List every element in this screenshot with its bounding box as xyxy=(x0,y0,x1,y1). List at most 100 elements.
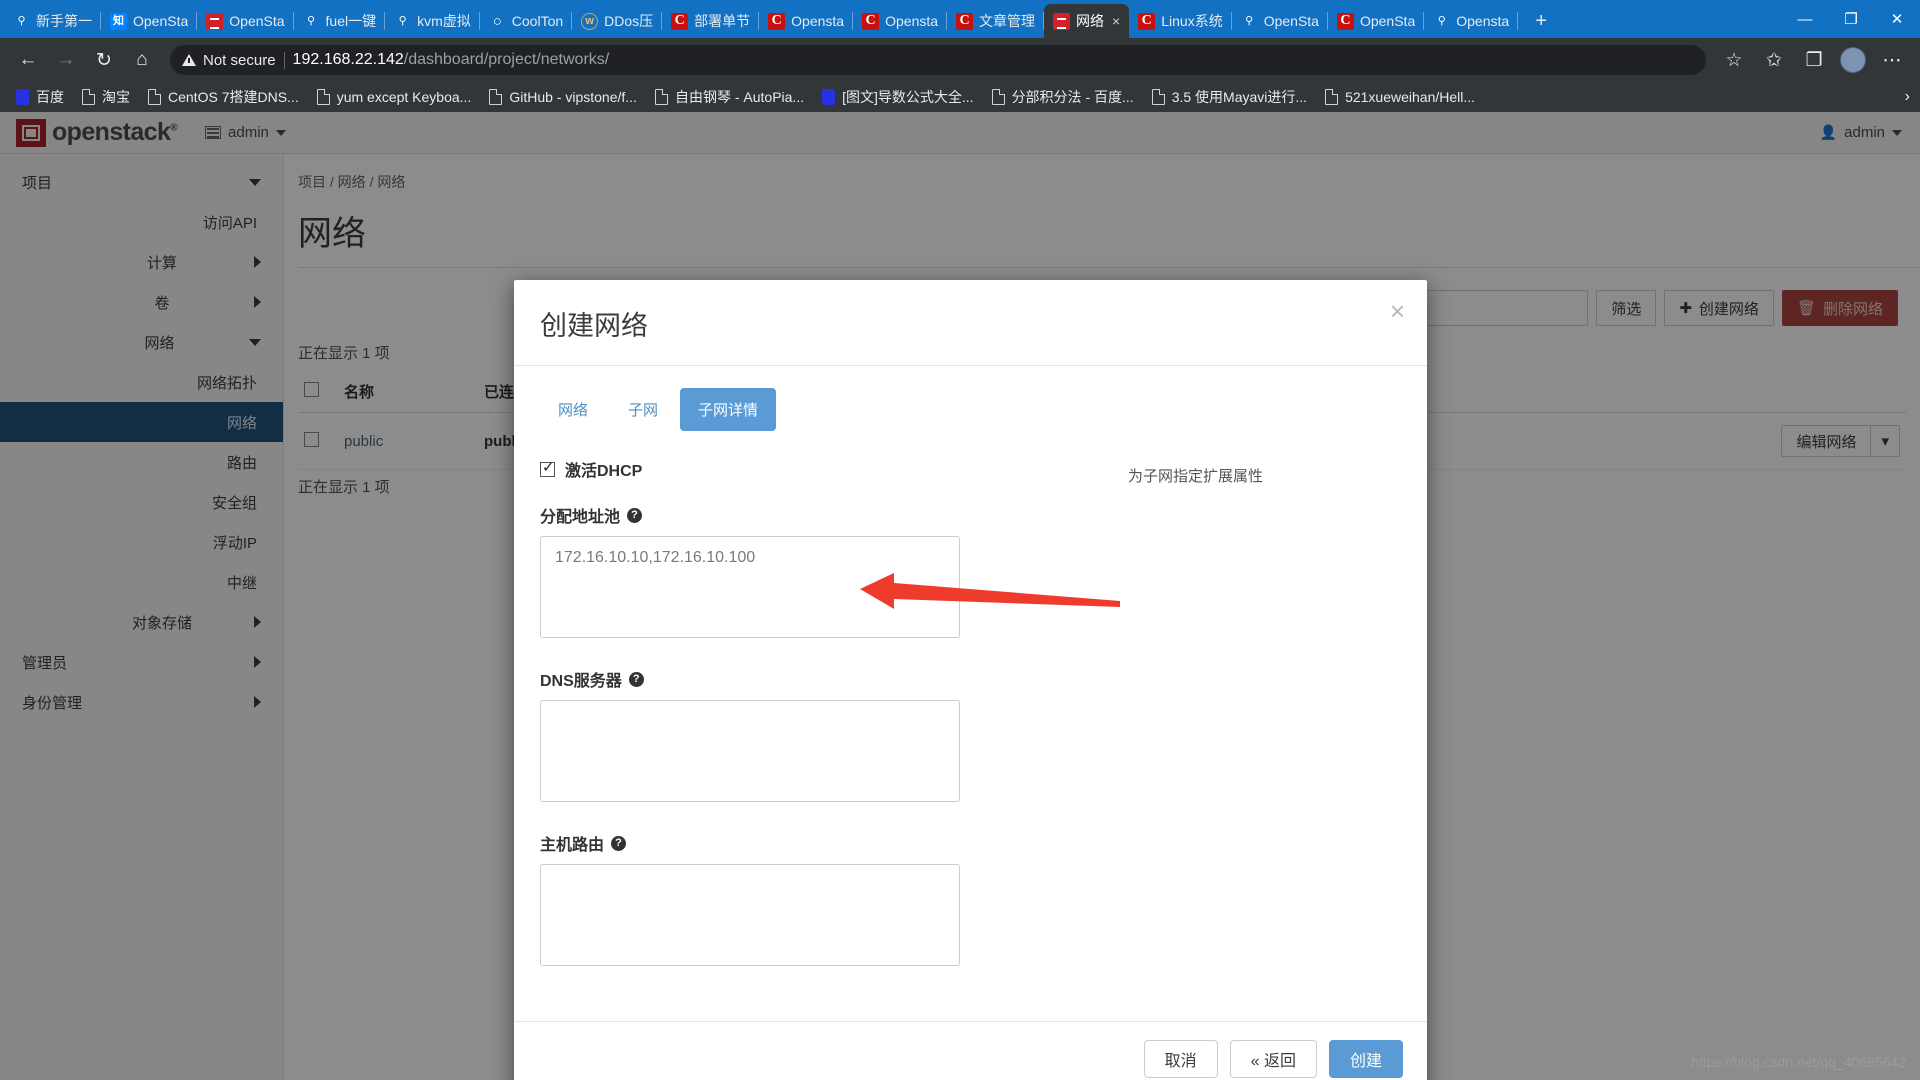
jianshu-icon: ⚲ xyxy=(307,14,316,27)
forward-icon[interactable]: → xyxy=(48,42,84,78)
modal-footer: 取消 « 返回 创建 xyxy=(514,1021,1427,1080)
allocation-pools-field: 分配地址池 ? xyxy=(540,503,960,643)
bookmark-label: 521xueweihan/Hell... xyxy=(1345,89,1476,105)
browser-tab[interactable]: C OpenSta xyxy=(1328,4,1425,38)
browser-tab[interactable]: C 部署单节 xyxy=(662,4,760,38)
create-button[interactable]: 创建 xyxy=(1328,1040,1403,1078)
tab-strip: ⚲ 新手第一 知 OpenSta OpenSta ⚲ fuel一键 ⚲ kvm虚… xyxy=(0,0,1920,38)
cancel-button[interactable]: 取消 xyxy=(1143,1040,1218,1078)
create-network-modal: 创建网络 × 网络 子网 子网详情 激活DHCP xyxy=(514,280,1427,1080)
csdn-icon: C xyxy=(1336,12,1354,30)
window-controls: — ❐ ✕ xyxy=(1782,0,1920,38)
csdn-icon: C xyxy=(956,12,974,30)
page-icon xyxy=(489,89,503,105)
navigation-bar: ← → ↻ ⌂ Not secure 192.168.22.142/dashbo… xyxy=(0,38,1920,82)
minimize-icon[interactable]: — xyxy=(1782,0,1828,38)
browser-tab-active[interactable]: 网络 × xyxy=(1044,4,1130,38)
star-icon[interactable]: ☆ xyxy=(1716,42,1752,78)
w-icon: w xyxy=(581,12,599,30)
bookmark-item[interactable]: 3.5 使用Mayavi进行... xyxy=(1144,84,1315,110)
browser-tab[interactable]: OpenSta xyxy=(197,4,294,38)
bookmark-item[interactable]: 淘宝 xyxy=(74,84,138,110)
tab-network[interactable]: 网络 xyxy=(540,388,606,431)
jianshu-icon: ⚲ xyxy=(1437,14,1446,27)
allocation-pools-label-text: 分配地址池 xyxy=(540,509,621,526)
more-icon[interactable]: ⋯ xyxy=(1874,42,1910,78)
browser-tab[interactable]: ⚲ 新手第一 xyxy=(4,4,101,38)
bookmark-label: [图文]导数公式大全... xyxy=(842,89,974,105)
tab-title: OpenSta xyxy=(133,13,189,29)
collections-icon[interactable]: ❐ xyxy=(1796,42,1832,78)
page-icon xyxy=(1325,89,1339,105)
tab-subnet-details[interactable]: 子网详情 xyxy=(680,388,777,431)
close-window-icon[interactable]: ✕ xyxy=(1874,0,1920,38)
dhcp-checkbox[interactable] xyxy=(540,458,555,477)
bookmark-label: 3.5 使用Mayavi进行... xyxy=(1171,89,1308,105)
security-indicator[interactable]: Not secure xyxy=(182,52,276,69)
browser-tab[interactable]: ⚲ OpenSta xyxy=(1232,4,1328,38)
help-icon[interactable]: ? xyxy=(628,671,644,687)
bookmark-item[interactable]: 自由钢琴 - AutoPia... xyxy=(647,84,812,110)
close-icon[interactable]: × xyxy=(1112,13,1120,29)
back-icon[interactable]: ← xyxy=(10,42,46,78)
avatar[interactable] xyxy=(1840,47,1866,73)
close-icon[interactable]: × xyxy=(1390,298,1405,324)
favorites-icon[interactable]: ✩ xyxy=(1756,42,1792,78)
bookmark-item[interactable]: [图文]导数公式大全... xyxy=(814,84,981,110)
host-routes-input[interactable] xyxy=(540,864,960,966)
dns-servers-field: DNS服务器 ? xyxy=(540,667,960,807)
openstack-icon xyxy=(1053,12,1071,30)
host-routes-label-text: 主机路由 xyxy=(540,837,605,854)
help-icon[interactable]: ? xyxy=(611,835,627,851)
host-routes-field: 主机路由 ? xyxy=(540,831,960,971)
url-text: 192.168.22.142/dashboard/project/network… xyxy=(293,51,610,69)
bookmark-item[interactable]: CentOS 7搭建DNS... xyxy=(140,84,307,110)
bookmark-item[interactable]: 521xueweihan/Hell... xyxy=(1317,86,1483,108)
browser-tab[interactable]: ⚲ kvm虚拟 xyxy=(385,4,480,38)
browser-tab[interactable]: ⚲ Opensta xyxy=(1424,4,1519,38)
browser-tab[interactable]: C Linux系统 xyxy=(1129,4,1232,38)
tab-title: DDos压 xyxy=(604,13,654,29)
watermark: https://blog.csdn.net/qq_40695642 xyxy=(1691,1054,1906,1070)
browser-tab[interactable]: C Opensta xyxy=(853,4,947,38)
back-button[interactable]: « 返回 xyxy=(1229,1040,1317,1078)
tab-subnet[interactable]: 子网 xyxy=(610,388,676,431)
chevron-right-icon[interactable]: › xyxy=(1905,88,1910,106)
url-path: /dashboard/project/networks/ xyxy=(403,51,610,68)
browser-tab[interactable]: w DDos压 xyxy=(572,4,663,38)
bookmark-item[interactable]: yum except Keyboa... xyxy=(309,86,480,108)
dhcp-checkbox-row[interactable]: 激活DHCP xyxy=(540,457,960,481)
bookmark-item[interactable]: 百度 xyxy=(8,84,72,110)
bookmark-item[interactable]: GitHub - vipstone/f... xyxy=(481,86,645,108)
jianshu-icon: ⚲ xyxy=(1245,14,1254,27)
divider xyxy=(283,51,285,69)
jianshu-icon: ⚲ xyxy=(17,14,26,27)
maximize-icon[interactable]: ❐ xyxy=(1828,0,1874,38)
browser-tab[interactable]: ⚲ fuel一键 xyxy=(294,4,386,38)
reload-icon[interactable]: ↻ xyxy=(86,42,122,78)
csdn-icon: C xyxy=(768,12,786,30)
dns-servers-input[interactable] xyxy=(540,700,960,802)
new-tab-button[interactable]: + xyxy=(1524,6,1558,36)
dhcp-label: 激活DHCP xyxy=(565,463,643,480)
browser-tab[interactable]: 知 OpenSta xyxy=(101,4,198,38)
bookmark-label: 自由钢琴 - AutoPia... xyxy=(674,89,805,105)
tab-title: 新手第一 xyxy=(36,13,92,29)
security-label: Not secure xyxy=(203,51,276,69)
page-icon xyxy=(991,89,1005,105)
allocation-pools-label: 分配地址池 ? xyxy=(540,503,960,527)
browser-tab[interactable]: C Opensta xyxy=(759,4,854,38)
dns-servers-label-text: DNS服务器 xyxy=(540,673,622,690)
bookmark-item[interactable]: 分部积分法 - 百度... xyxy=(984,84,1142,110)
browser-tab[interactable]: ○ CoolTon xyxy=(480,4,573,38)
help-icon[interactable]: ? xyxy=(627,507,643,523)
dns-servers-label: DNS服务器 ? xyxy=(540,667,960,691)
browser-tab[interactable]: C 文章管理 xyxy=(947,4,1045,38)
home-icon[interactable]: ⌂ xyxy=(124,42,160,78)
page-icon xyxy=(82,89,95,105)
bookmark-label: 分部积分法 - 百度... xyxy=(1011,89,1134,105)
allocation-pools-input[interactable] xyxy=(540,536,960,638)
address-bar[interactable]: Not secure 192.168.22.142/dashboard/proj… xyxy=(170,45,1706,75)
warning-triangle-icon xyxy=(182,54,196,66)
bookmark-label: 百度 xyxy=(36,89,64,105)
